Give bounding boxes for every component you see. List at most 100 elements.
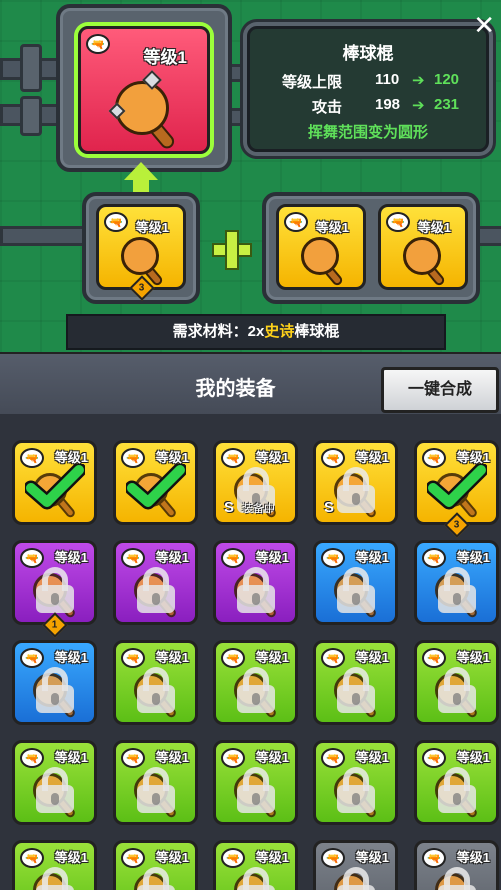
inventory-slot[interactable]: 🔫 等级1 (12, 440, 97, 525)
item-card[interactable]: 🔫 等级1 (113, 840, 198, 890)
weapon-type-icon: 🔫 (86, 34, 110, 54)
lock-icon (35, 766, 74, 813)
lock-icon (236, 866, 275, 890)
requirement-item: 棒球棍 (294, 323, 340, 340)
material-slot-2[interactable]: 🔫 等级1 (276, 204, 366, 290)
item-card[interactable]: 🔫 等级1 (113, 540, 198, 625)
stat-to: 231 (434, 96, 460, 113)
item-level: 等级1 (456, 750, 490, 765)
item-card[interactable]: 🔫 等级1 (414, 740, 499, 825)
item-level: 等级1 (355, 750, 389, 765)
item-card[interactable]: 🔫 等级1 (213, 840, 298, 890)
stat-label: 攻击 (311, 99, 342, 116)
item-card[interactable]: 🔫 等级1 S (313, 440, 398, 525)
material-slot-3[interactable]: 🔫 等级1 (378, 204, 468, 290)
item-level: 等级1 (255, 850, 289, 865)
inventory-slot[interactable]: 🔫 等级1 (414, 540, 499, 625)
item-level: 等级1 (355, 550, 389, 565)
item-card[interactable]: 🔫 等级1 (213, 740, 298, 825)
item-level: 等级1 (255, 450, 289, 465)
inventory-slot[interactable]: 🔫 等级1 (12, 740, 97, 825)
inventory-slot[interactable]: 🔫 等级1 S (313, 440, 398, 525)
inventory-slot[interactable]: 🔫 等级1 (313, 540, 398, 625)
inventory-slot[interactable]: 🔫 等级1 (12, 640, 97, 725)
item-card[interactable]: 🔫 等级1 (313, 640, 398, 725)
lock-icon (136, 866, 175, 890)
inventory-slot[interactable]: 🔫 等级1 1 (12, 540, 97, 638)
item-card[interactable]: 🔫 等级1 S 装备中 (213, 440, 298, 525)
inventory-slot[interactable]: 🔫 等级1 (113, 440, 198, 525)
inventory-slot[interactable]: 🔫 等级1 S 装备中 (213, 440, 298, 525)
inventory-slot[interactable]: 🔫 等级1 (213, 640, 298, 725)
checkmark-icon (427, 464, 487, 510)
lock-icon (236, 566, 275, 613)
requirement-banner: 需求材料：2x史诗棒球棍 (66, 314, 446, 350)
lock-icon (35, 666, 74, 713)
lock-icon (336, 766, 375, 813)
item-level: 等级1 (255, 550, 289, 565)
item-card[interactable]: 🔫 等级1 (213, 540, 298, 625)
inventory-slot[interactable]: 🔫 等级1 (113, 640, 198, 725)
checkmark-icon (126, 464, 186, 510)
inventory-slot[interactable]: 🔫 等级1 (113, 540, 198, 625)
inventory-slot[interactable]: 🔫 等级1 (414, 740, 499, 825)
item-level: 等级1 (355, 450, 389, 465)
item-card[interactable]: 🔫 等级1 (113, 640, 198, 725)
lock-icon (136, 666, 175, 713)
inventory-slot[interactable]: 🔫 等级1 (313, 740, 398, 825)
inventory-slot[interactable]: 🔫 等级1 (12, 840, 97, 890)
result-item-card[interactable]: 🔫 等级1 (78, 26, 210, 154)
item-level: 等级1 (155, 850, 189, 865)
inventory-slot[interactable]: 🔫 等级1 (313, 840, 398, 890)
item-level: 等级1 (355, 650, 389, 665)
item-level: 等级1 (255, 750, 289, 765)
inventory-slot[interactable]: 🔫 等级1 (213, 540, 298, 625)
requirement-rarity: 史诗 (264, 323, 295, 340)
item-name: 棒球棍 (342, 44, 394, 63)
inventory-slot[interactable]: 🔫 等级1 (113, 840, 198, 890)
lock-icon (336, 866, 375, 890)
lock-icon (336, 466, 375, 513)
item-card[interactable]: 🔫 等级1 (12, 740, 97, 825)
item-level: 等级1 (255, 650, 289, 665)
lock-icon (35, 566, 74, 613)
item-level: 等级1 (155, 550, 189, 565)
inventory-slot[interactable]: 🔫 等级1 (414, 640, 499, 725)
lock-icon (336, 566, 375, 613)
item-card[interactable]: 🔫 等级1 (414, 540, 499, 625)
stat-from: 110 (375, 71, 400, 88)
merge-panel: 🔫 等级1 棒球棍 等级上限 110 ➔ 120 攻击 198 ➔ 231 挥舞… (0, 0, 501, 352)
item-level: 等级1 (355, 850, 389, 865)
lock-icon (236, 666, 275, 713)
stat-label: 等级上限 (281, 74, 342, 91)
item-level: 等级1 (54, 550, 88, 565)
item-card[interactable]: 🔫 等级1 (113, 740, 198, 825)
inventory-slot[interactable]: 🔫 等级1 (313, 640, 398, 725)
item-card[interactable]: 🔫 等级1 (213, 640, 298, 725)
merge-all-button[interactable]: 一键合成 (381, 367, 499, 413)
item-level: 等级1 (456, 850, 490, 865)
item-card[interactable]: 🔫 等级1 (313, 540, 398, 625)
item-card[interactable]: 🔫 等级1 (414, 640, 499, 725)
item-card[interactable]: 🔫 等级1 (414, 840, 499, 890)
lock-icon (136, 566, 175, 613)
inventory-slot[interactable]: 🔫 等级1 3 (414, 440, 499, 538)
item-card[interactable]: 🔫 等级1 (313, 740, 398, 825)
item-level: 等级1 (155, 750, 189, 765)
item-card[interactable]: 🔫 等级1 (12, 640, 97, 725)
lock-icon (437, 566, 476, 613)
inventory-slot[interactable]: 🔫 等级1 (213, 840, 298, 890)
inventory-grid: 🔫 等级1 🔫 等级1 🔫 等级1 S 装备中 🔫 等级1 S 🔫 等级1 3 🔫 等级1 1 🔫 等级1 🔫 等级1 🔫… (0, 414, 501, 890)
inventory-slot[interactable]: 🔫 等级1 (213, 740, 298, 825)
close-icon[interactable]: ✕ (473, 10, 495, 41)
inventory-slot[interactable]: 🔫 等级1 (113, 740, 198, 825)
item-card[interactable]: 🔫 等级1 (313, 840, 398, 890)
lock-icon (437, 866, 476, 890)
item-level: 等级1 (456, 650, 490, 665)
lock-icon (136, 766, 175, 813)
item-card[interactable]: 🔫 等级1 (12, 840, 97, 890)
inventory-slot[interactable]: 🔫 等级1 (414, 840, 499, 890)
lock-icon (336, 666, 375, 713)
item-level: 等级1 (54, 650, 88, 665)
requirement-prefix: 需求材料：2x (172, 323, 265, 340)
